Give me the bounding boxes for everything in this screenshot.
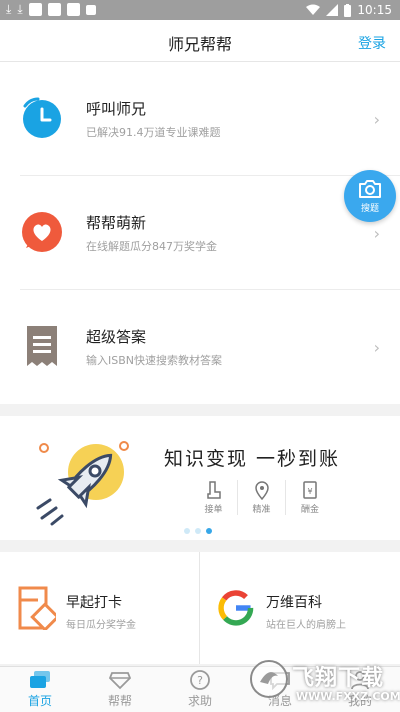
yen-icon: ¥ [303,481,317,499]
service-subtitle: 已解决91.4万道专业课难题 [86,126,221,139]
service-title: 呼叫师兄 [86,100,147,118]
rocket-illustration [36,441,129,526]
notification-icons: ⤓ ⤓ [6,3,96,16]
status-time: 10:15 [357,3,392,17]
clock-icon [23,97,61,138]
feature-item: 接单 [190,480,238,515]
watermark-logo-icon [250,660,288,698]
battery-icon [344,3,352,17]
tab-label: 帮帮 [107,694,132,708]
checkin-icon [18,586,56,630]
watermark-url: WWW.FXXZ.COM [296,690,400,703]
page-title: 师兄帮帮 [167,35,232,54]
svg-text:¥: ¥ [307,487,312,496]
signal-icon [326,4,339,16]
service-item-help-newbie[interactable]: 帮帮萌新 在线解题瓜分847万奖学金 › [20,176,400,290]
app-notification-icon [85,4,96,15]
photo-search-button[interactable]: 搜题 [344,170,396,222]
photo-search-label: 搜题 [360,203,379,214]
location-pin-icon [254,481,269,500]
app-notification-icon [47,3,61,16]
login-button[interactable]: 登录 [358,33,386,53]
watermark: 飞翔下载 WWW.FXXZ.COM [248,652,400,712]
tab-label: 首页 [27,694,52,708]
chevron-right-icon: › [373,224,380,243]
app-notification-icon [66,3,80,16]
tab-home[interactable]: 首页 [0,667,80,712]
question-icon: ? [190,670,210,690]
carousel-dot-active[interactable] [206,528,212,534]
feature-label: 精准 [252,505,271,515]
download-icon: ⤓ [17,2,23,16]
carousel-indicator [184,528,212,534]
service-list: 呼叫师兄 已解决91.4万道专业课难题 › 帮帮萌新 在线解题瓜分847万奖学金… [0,62,400,404]
tab-help[interactable]: 帮帮 [80,667,160,712]
service-subtitle: 输入ISBN快速搜索教材答案 [86,354,223,367]
feature-item: 精准 [238,480,286,515]
download-icon: ⤓ [6,2,12,16]
carousel-dot[interactable] [195,528,201,534]
google-g-icon [218,590,254,626]
service-item-super-answer[interactable]: 超级答案 输入ISBN快速搜索教材答案 › [20,290,400,404]
promo-banner[interactable]: 知识变现 一秒到账 接单 精准 ¥ 酬金 [0,416,400,540]
watermark-title: 飞翔下载 [292,666,385,691]
camera-icon [359,179,381,198]
status-bar: ⤓ ⤓ 10:15 [0,0,400,20]
service-item-call-senior[interactable]: 呼叫师兄 已解决91.4万道专业课难题 › [20,62,400,176]
chevron-right-icon: › [373,338,380,357]
banner-slogan: 知识变现 一秒到账 [164,448,341,470]
card-wiki[interactable]: 万维百科 站在巨人的肩膀上 [200,552,400,664]
feature-item: ¥ 酬金 [286,480,334,515]
card-subtitle: 站在巨人的肩膀上 [266,620,346,631]
feature-label: 酬金 [300,505,319,515]
card-title: 早起打卡 [66,595,122,611]
home-stack-icon [30,671,50,688]
tab-label: 求助 [187,694,212,708]
card-subtitle: 每日瓜分奖学金 [66,620,136,631]
app-header: 师兄帮帮 登录 [0,20,400,62]
wifi-icon [306,4,321,15]
service-title: 超级答案 [86,328,147,346]
feature-cards: 早起打卡 每日瓜分奖学金 万维百科 站在巨人的肩膀上 [0,552,400,664]
app-notification-icon [28,3,42,16]
service-title: 帮帮萌新 [86,214,147,232]
diamond-icon [108,672,132,690]
tab-ask[interactable]: ? 求助 [160,667,240,712]
banner-features: 接单 精准 ¥ 酬金 [190,480,334,515]
receipt-icon [27,326,57,366]
card-title: 万维百科 [266,595,322,611]
heart-chat-icon [22,212,62,252]
seat-icon [206,481,221,499]
carousel-dot[interactable] [184,528,190,534]
service-subtitle: 在线解题瓜分847万奖学金 [86,240,217,253]
feature-label: 接单 [204,505,223,515]
card-morning-checkin[interactable]: 早起打卡 每日瓜分奖学金 [0,552,200,664]
svg-text:?: ? [197,674,203,687]
chevron-right-icon: › [373,110,380,129]
